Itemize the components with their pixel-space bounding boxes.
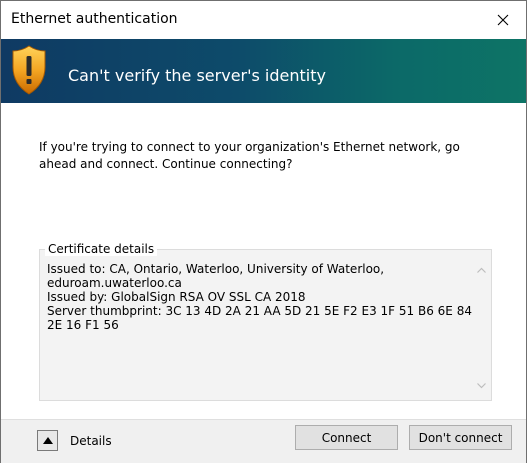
certificate-details-text[interactable]: Issued to: CA, Ontario, Waterloo, Univer… [47, 262, 472, 332]
warning-banner: Can't verify the server's identity [1, 39, 526, 103]
dont-connect-button[interactable]: Don't connect [409, 425, 512, 450]
cert-line-thumbprint: Server thumbprint: 3C 13 4D 2A 21 AA 5D … [47, 304, 472, 318]
button-bar: Details Connect Don't connect [1, 419, 526, 463]
warning-shield-icon [12, 45, 46, 95]
chevron-up-icon [476, 267, 486, 273]
close-icon [497, 14, 509, 26]
cert-line-thumbprint-cont: 2E 16 F1 56 [47, 318, 119, 332]
cert-line-issued-to: Issued to: CA, Ontario, Waterloo, Univer… [47, 262, 385, 276]
certificate-details-legend: Certificate details [45, 242, 158, 256]
close-button[interactable] [480, 1, 526, 39]
banner-heading: Can't verify the server's identity [68, 66, 326, 85]
details-scrollbar[interactable] [473, 262, 489, 394]
details-toggle-button[interactable] [37, 430, 58, 451]
scroll-up-button[interactable] [473, 262, 489, 278]
details-toggle-label: Details [70, 433, 112, 448]
window-title: Ethernet authentication [11, 11, 178, 27]
title-bar: Ethernet authentication [1, 1, 526, 39]
connect-button[interactable]: Connect [295, 425, 398, 450]
cert-line-issued-by: Issued by: GlobalSign RSA OV SSL CA 2018 [47, 290, 306, 304]
dialog-window: Ethernet authentication Can't verify the… [0, 0, 527, 463]
details-toggle[interactable]: Details [37, 430, 112, 451]
cert-line-issued-to-cont: eduroam.uwaterloo.ca [47, 276, 182, 290]
triangle-up-icon [42, 437, 53, 444]
chevron-down-icon [476, 383, 486, 389]
scroll-down-button[interactable] [473, 378, 489, 394]
certificate-details-group: Certificate details Issued to: CA, Ontar… [39, 242, 492, 401]
content-area: If you're trying to connect to your orga… [1, 103, 526, 419]
prompt-message: If you're trying to connect to your orga… [39, 140, 460, 171]
